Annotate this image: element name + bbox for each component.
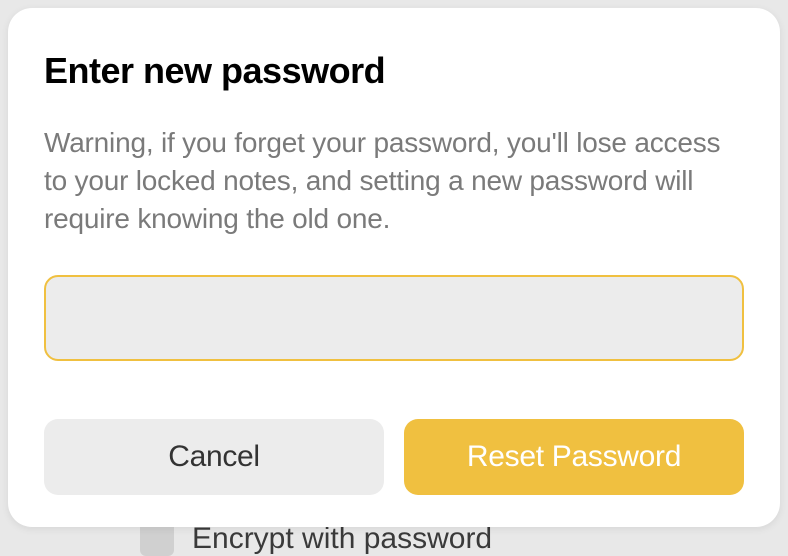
password-modal: Enter new password Warning, if you forge…	[8, 8, 780, 527]
checkbox-icon	[140, 522, 174, 556]
background-option-row: Encrypt with password	[140, 522, 492, 556]
password-input[interactable]	[44, 275, 744, 361]
modal-warning-text: Warning, if you forget your password, yo…	[44, 124, 744, 237]
reset-password-button[interactable]: Reset Password	[404, 419, 744, 495]
background-option-label: Encrypt with password	[192, 522, 492, 556]
modal-title: Enter new password	[44, 50, 744, 92]
cancel-button[interactable]: Cancel	[44, 419, 384, 495]
modal-button-row: Cancel Reset Password	[44, 419, 744, 495]
